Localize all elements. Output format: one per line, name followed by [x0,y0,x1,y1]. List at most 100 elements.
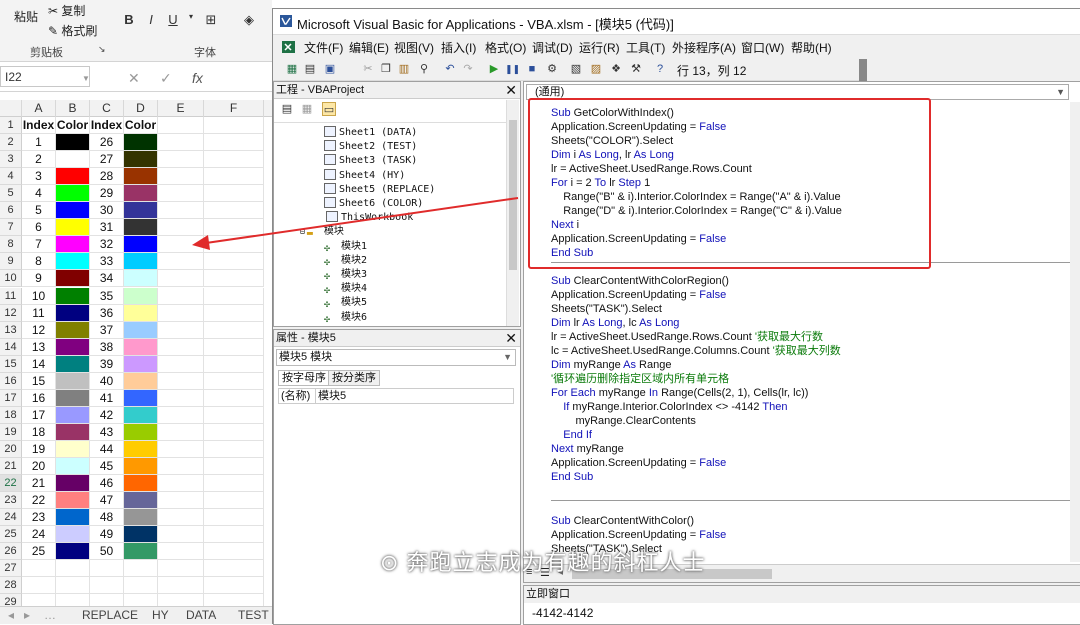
tree-folder-modules[interactable]: ⊟ ▬ 模块 [300,225,344,239]
color-swatch-cell[interactable] [56,236,90,254]
row-header[interactable]: 12 [0,304,22,322]
index-cell[interactable]: 12 [22,321,56,339]
index-cell[interactable]: 49 [90,526,124,544]
row-header[interactable]: 16 [0,372,22,390]
empty-cell[interactable] [158,236,204,254]
row-header[interactable]: 5 [0,185,22,203]
empty-cell[interactable] [204,270,264,288]
code-line[interactable]: myRange.ClearContents [551,414,695,428]
index-cell[interactable]: 29 [90,185,124,203]
index-cell[interactable]: 38 [90,338,124,356]
tree-item-module[interactable]: ✣ 模块5 [324,296,367,310]
code-line[interactable]: lc = ActiveSheet.UsedRange.Columns.Count… [551,344,841,358]
index-cell[interactable]: 46 [90,475,124,493]
row-header[interactable]: 10 [0,270,22,288]
row-header[interactable]: 25 [0,526,22,544]
break-icon[interactable]: ❚❚ [505,62,520,76]
menu-file[interactable]: 文件(F) [304,39,343,56]
empty-cell[interactable] [204,526,264,544]
color-swatch-cell[interactable] [124,475,158,493]
code-line[interactable]: Application.ScreenUpdating = False [551,528,726,542]
paste-button[interactable]: 粘贴 [14,8,38,25]
color-swatch-cell[interactable] [56,440,90,458]
color-swatch-cell[interactable] [124,185,158,203]
chevron-down-icon[interactable]: ▼ [503,350,512,365]
row-header[interactable]: 8 [0,236,22,254]
select-all-corner[interactable] [0,100,22,117]
design-mode-icon[interactable]: ⚙ [545,62,559,76]
empty-cell[interactable] [158,355,204,373]
empty-cell[interactable] [158,509,204,527]
empty-cell[interactable] [204,304,264,322]
empty-cell[interactable] [158,219,204,237]
color-swatch-cell[interactable] [124,458,158,475]
empty-cell[interactable] [204,168,264,186]
empty-cell[interactable] [158,406,204,424]
empty-cell[interactable] [56,560,90,578]
index-cell[interactable]: 14 [22,355,56,373]
color-swatch-cell[interactable] [124,355,158,373]
index-cell[interactable]: 48 [90,509,124,527]
empty-cell[interactable] [204,355,264,373]
row-header[interactable]: 9 [0,253,22,271]
color-swatch-cell[interactable] [56,458,90,475]
tree-item-module[interactable]: ✣ 模块6 [324,311,367,325]
code-line[interactable]: End Sub [551,470,593,484]
tab-more-icon[interactable]: … [44,607,56,624]
color-swatch-cell[interactable] [56,151,90,169]
color-swatch-cell[interactable] [56,355,90,373]
empty-cell[interactable] [204,440,264,458]
color-swatch-cell[interactable] [124,321,158,339]
tree-item-module[interactable]: ✣ 模块2 [324,254,367,268]
empty-cell[interactable] [204,423,264,441]
color-swatch-cell[interactable] [124,492,158,510]
excel-view-icon[interactable] [281,39,297,55]
index-cell[interactable]: 8 [22,253,56,271]
code-line[interactable]: If myRange.Interior.ColorIndex <> -4142 … [551,400,787,414]
index-cell[interactable]: 20 [22,458,56,475]
reset-icon[interactable]: ■ [525,62,539,76]
index-cell[interactable]: 9 [22,270,56,288]
color-swatch-cell[interactable] [124,338,158,356]
tree-item-sheet[interactable]: Sheet2 (TEST) [324,140,417,154]
empty-cell[interactable] [158,287,204,305]
row-header[interactable]: 17 [0,389,22,407]
clipboard-launcher-icon[interactable]: ↘ [98,44,106,55]
code-line[interactable]: Dim myRange As Range [551,358,671,372]
color-swatch-cell[interactable] [124,509,158,527]
help-icon[interactable]: ? [653,62,667,76]
index-cell[interactable]: 21 [22,475,56,493]
index-cell[interactable]: 6 [22,219,56,237]
redo-icon[interactable]: ↷ [461,62,475,76]
empty-cell[interactable] [56,577,90,595]
chevron-down-icon[interactable]: ▼ [1056,85,1065,99]
tree-item-module[interactable]: ✣ 模块1 [324,240,367,254]
color-swatch-cell[interactable] [124,151,158,169]
tree-item-sheet[interactable]: Sheet6 (COLOR) [324,197,423,211]
index-cell[interactable]: 18 [22,423,56,441]
empty-cell[interactable] [158,117,204,134]
worksheet-grid[interactable]: ABCDEF 1 Index Color Index Color 2 1 26 3 2 27 4 3 28… [0,100,272,612]
empty-cell[interactable] [204,134,264,152]
object-combo[interactable]: 模块5 模块 ▼ [276,349,516,366]
color-swatch-cell[interactable] [124,543,158,561]
empty-cell[interactable] [204,321,264,339]
color-swatch-cell[interactable] [124,270,158,288]
empty-cell[interactable] [204,236,264,254]
color-swatch-cell[interactable] [124,253,158,271]
menu-edit[interactable]: 编辑(E) [349,39,389,56]
paste-icon[interactable]: ▥ [397,62,411,76]
tree-item-module[interactable]: ✣ 模块3 [324,268,367,282]
enter-icon[interactable]: ✓ [160,70,172,87]
empty-cell[interactable] [158,543,204,561]
row-header[interactable]: 1 [0,117,22,134]
row-header[interactable]: 3 [0,151,22,169]
menu-format[interactable]: 格式(O) [485,39,526,56]
code-line[interactable]: Sheets("TASK").Select [551,302,662,316]
color-swatch-cell[interactable] [124,406,158,424]
code-line[interactable]: lr = ActiveSheet.UsedRange.Rows.Count '获… [551,330,823,344]
row-header[interactable]: 14 [0,338,22,356]
object-browser-icon[interactable]: ❖ [609,62,623,76]
empty-cell[interactable] [22,577,56,595]
color-swatch-cell[interactable] [56,219,90,237]
